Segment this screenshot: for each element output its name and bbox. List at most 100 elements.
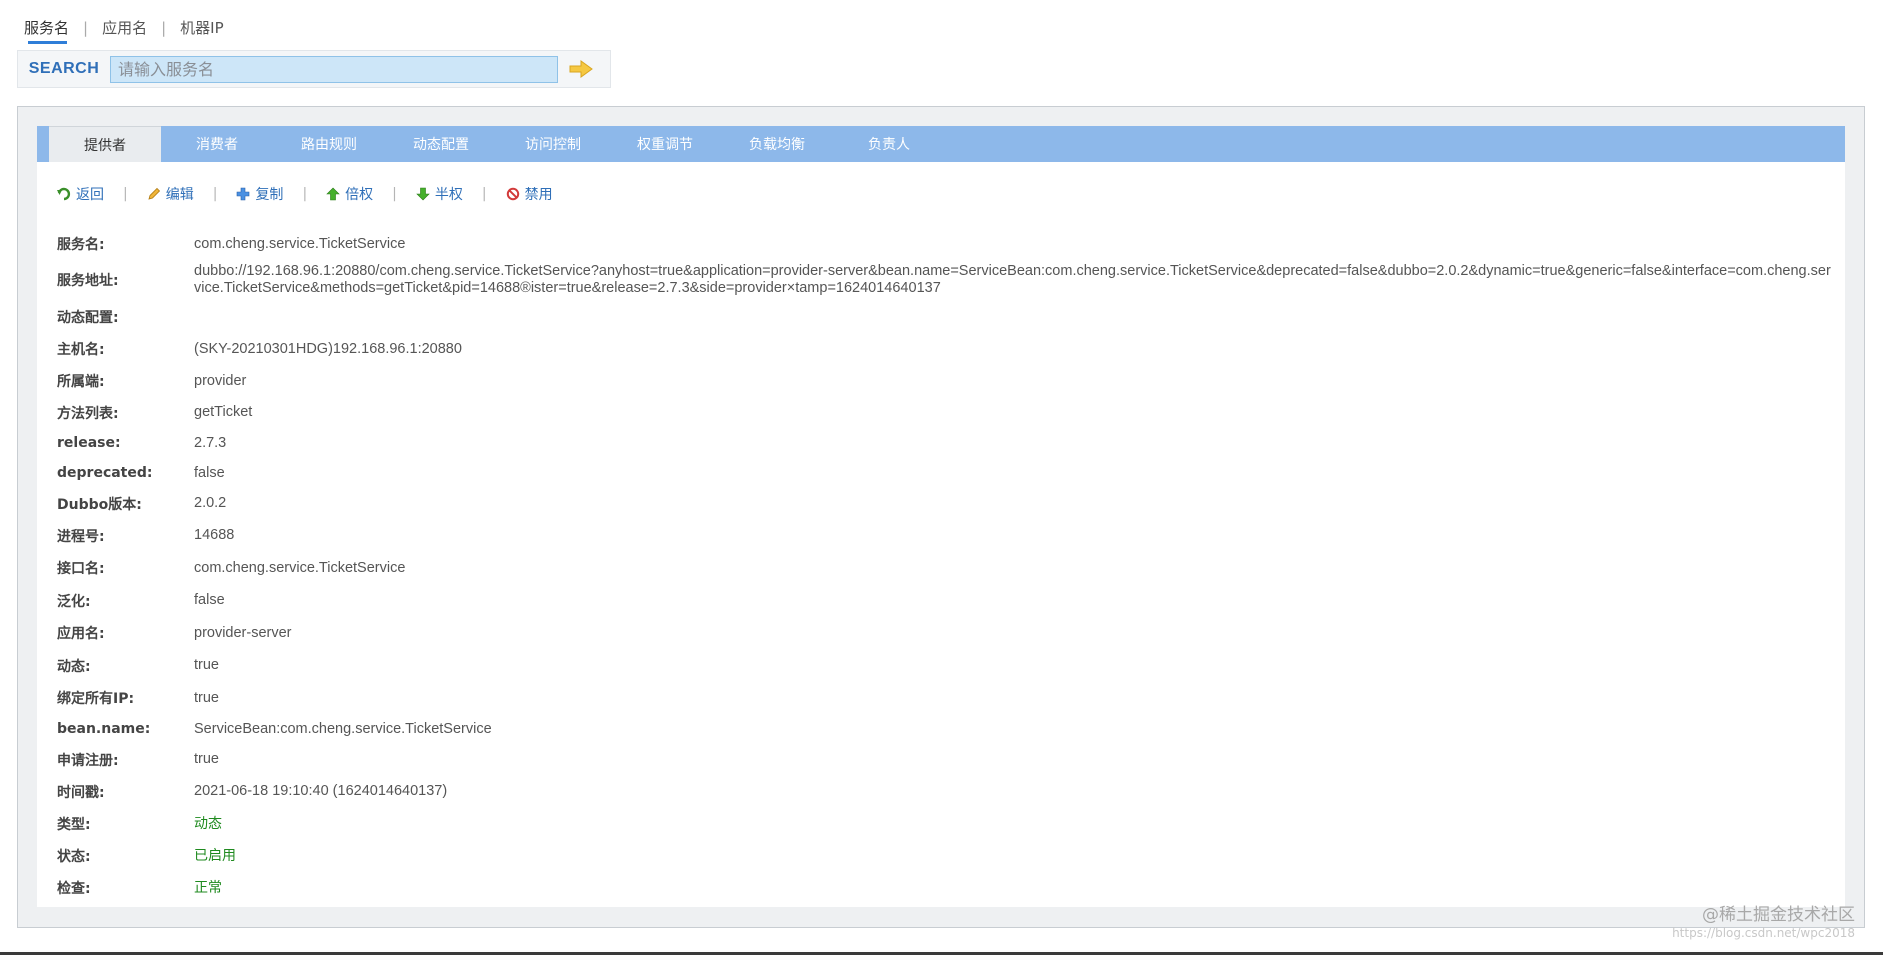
type-status: 动态 [194,815,222,832]
detail-label: release: [57,435,121,451]
detail-row-service-name: 服务名: com.cheng.service.TicketService [57,229,1837,259]
detail-row-hostname: 主机名: (SKY-20210301HDG)192.168.96.1:20880 [57,333,1837,365]
check-status: 正常 [194,879,222,896]
enabled-status: 已启用 [194,847,236,864]
detail-row-register: 申请注册: true [57,744,1837,775]
detail-row-dubbo-version: Dubbo版本: 2.0.2 [57,488,1837,519]
search-bar: SEARCH [17,50,611,88]
copy-button[interactable]: 复制 [236,184,283,204]
edit-label: 编辑 [165,187,194,203]
detail-row-service-url: 服务地址: dubbo://192.168.96.1:20880/com.che… [57,259,1837,301]
divider: | [392,186,397,202]
detail-row-check: 检查: 正常 [57,872,1837,904]
detail-label: 状态: [57,849,91,865]
detail-label: 服务名: [57,237,105,253]
divider: | [481,186,487,202]
watermark-url: https://blog.csdn.net/wpc2018 [1672,926,1855,940]
search-tab-machine-ip[interactable]: 机器IP [178,14,225,38]
arrow-up-icon [326,187,340,201]
divider: | [161,19,167,37]
forbidden-icon [506,187,519,201]
detail-row-bean-name: bean.name: ServiceBean:com.cheng.service… [57,714,1837,744]
detail-label: 动态配置: [57,310,119,326]
disable-label: 禁用 [524,187,553,203]
tab-access-control[interactable]: 访问控制 [497,126,609,162]
detail-label: bean.name: [57,721,151,737]
detail-row-deprecated: deprecated: false [57,458,1837,488]
detail-value: 2.7.3 [194,434,227,451]
detail-label: 应用名: [57,626,105,642]
double-weight-label: 倍权 [345,187,374,203]
action-toolbar: 返回 | 编辑 | 复制 | 倍权 | 半权 | 禁用 [57,184,553,204]
arrow-right-icon [569,60,593,78]
detail-row-type: 类型: 动态 [57,808,1837,840]
detail-row-anyhost: 绑定所有IP: true [57,682,1837,714]
divider: | [302,186,308,202]
main-panel: 提供者 消费者 路由规则 动态配置 访问控制 权重调节 负载均衡 负责人 返回 … [17,106,1865,928]
detail-value: false [194,464,225,481]
detail-value: provider-server [194,624,292,641]
search-input[interactable] [110,55,558,83]
detail-value: true [194,689,219,706]
detail-value: 14688 [194,527,235,543]
detail-label: 类型: [57,817,91,833]
detail-label: 主机名: [57,342,105,358]
tab-dynamic-config[interactable]: 动态配置 [385,126,497,162]
detail-label: 申请注册: [57,752,119,769]
divider: | [123,186,128,202]
detail-label: Dubbo版本: [57,496,142,513]
detail-row-dynamic-config: 动态配置: [57,301,1837,333]
back-label: 返回 [76,187,104,203]
disable-button[interactable]: 禁用 [506,184,553,204]
detail-label: deprecated: [57,465,153,481]
half-weight-button[interactable]: 半权 [416,184,463,204]
detail-row-application: 应用名: provider-server [57,617,1837,649]
detail-value: 2021-06-18 19:10:40 (1624014640137) [194,783,448,799]
edit-button[interactable]: 编辑 [147,184,194,204]
detail-value: ServiceBean:com.cheng.service.TicketServ… [194,720,492,737]
service-details: 服务名: com.cheng.service.TicketService 服务地… [57,229,1837,904]
detail-value: false [194,592,225,608]
detail-value: true [194,657,219,673]
back-button[interactable]: 返回 [57,184,104,204]
tab-consumers[interactable]: 消费者 [161,126,273,162]
search-go-button[interactable] [558,51,604,87]
detail-value: true [194,751,219,767]
search-tab-application[interactable]: 应用名 [100,14,149,38]
tab-routing-rules[interactable]: 路由规则 [273,126,385,162]
page: 服务名 | 应用名 | 机器IP SEARCH 提供者 消费者 路由规则 动态配… [0,0,1883,955]
detail-label: 检查: [57,881,91,897]
watermark: @稀土掘金技术社区 https://blog.csdn.net/wpc2018 [1672,906,1855,942]
tab-providers[interactable]: 提供者 [49,126,161,162]
detail-row-methods: 方法列表: getTicket [57,397,1837,428]
detail-value: dubbo://192.168.96.1:20880/com.cheng.ser… [194,263,1831,296]
detail-label: 动态: [57,658,91,675]
search-tab-service[interactable]: 服务名 [22,14,71,44]
detail-label: 绑定所有IP: [57,691,135,707]
tab-owner[interactable]: 负责人 [833,126,945,162]
provider-detail-content: 返回 | 编辑 | 复制 | 倍权 | 半权 | 禁用 服务名: com.che… [37,162,1845,907]
detail-value: getTicket [194,404,253,420]
detail-value: provider [194,372,247,389]
detail-value: (SKY-20210301HDG)192.168.96.1:20880 [194,340,462,357]
detail-label: 方法列表: [57,405,119,422]
watermark-text: @稀土掘金技术社区 [1702,905,1855,925]
arrow-down-icon [416,187,430,201]
tab-weight-adjust[interactable]: 权重调节 [609,126,721,162]
plus-icon [237,187,250,201]
tab-load-balance[interactable]: 负载均衡 [721,126,833,162]
detail-row-side: 所属端: provider [57,365,1837,397]
detail-row-generic: 泛化: false [57,584,1837,617]
detail-value: com.cheng.service.TicketService [194,559,406,576]
pencil-icon [148,187,160,200]
detail-row-dynamic: 动态: true [57,649,1837,682]
detail-label: 泛化: [57,593,91,610]
back-arrow-icon [57,187,71,201]
detail-label: 进程号: [57,528,105,545]
detail-row-state: 状态: 已启用 [57,840,1837,872]
detail-value: 2.0.2 [194,495,227,511]
double-weight-button[interactable]: 倍权 [326,184,373,204]
search-type-tabs: 服务名 | 应用名 | 机器IP [22,14,226,46]
copy-label: 复制 [255,187,284,203]
search-label: SEARCH [28,60,100,77]
